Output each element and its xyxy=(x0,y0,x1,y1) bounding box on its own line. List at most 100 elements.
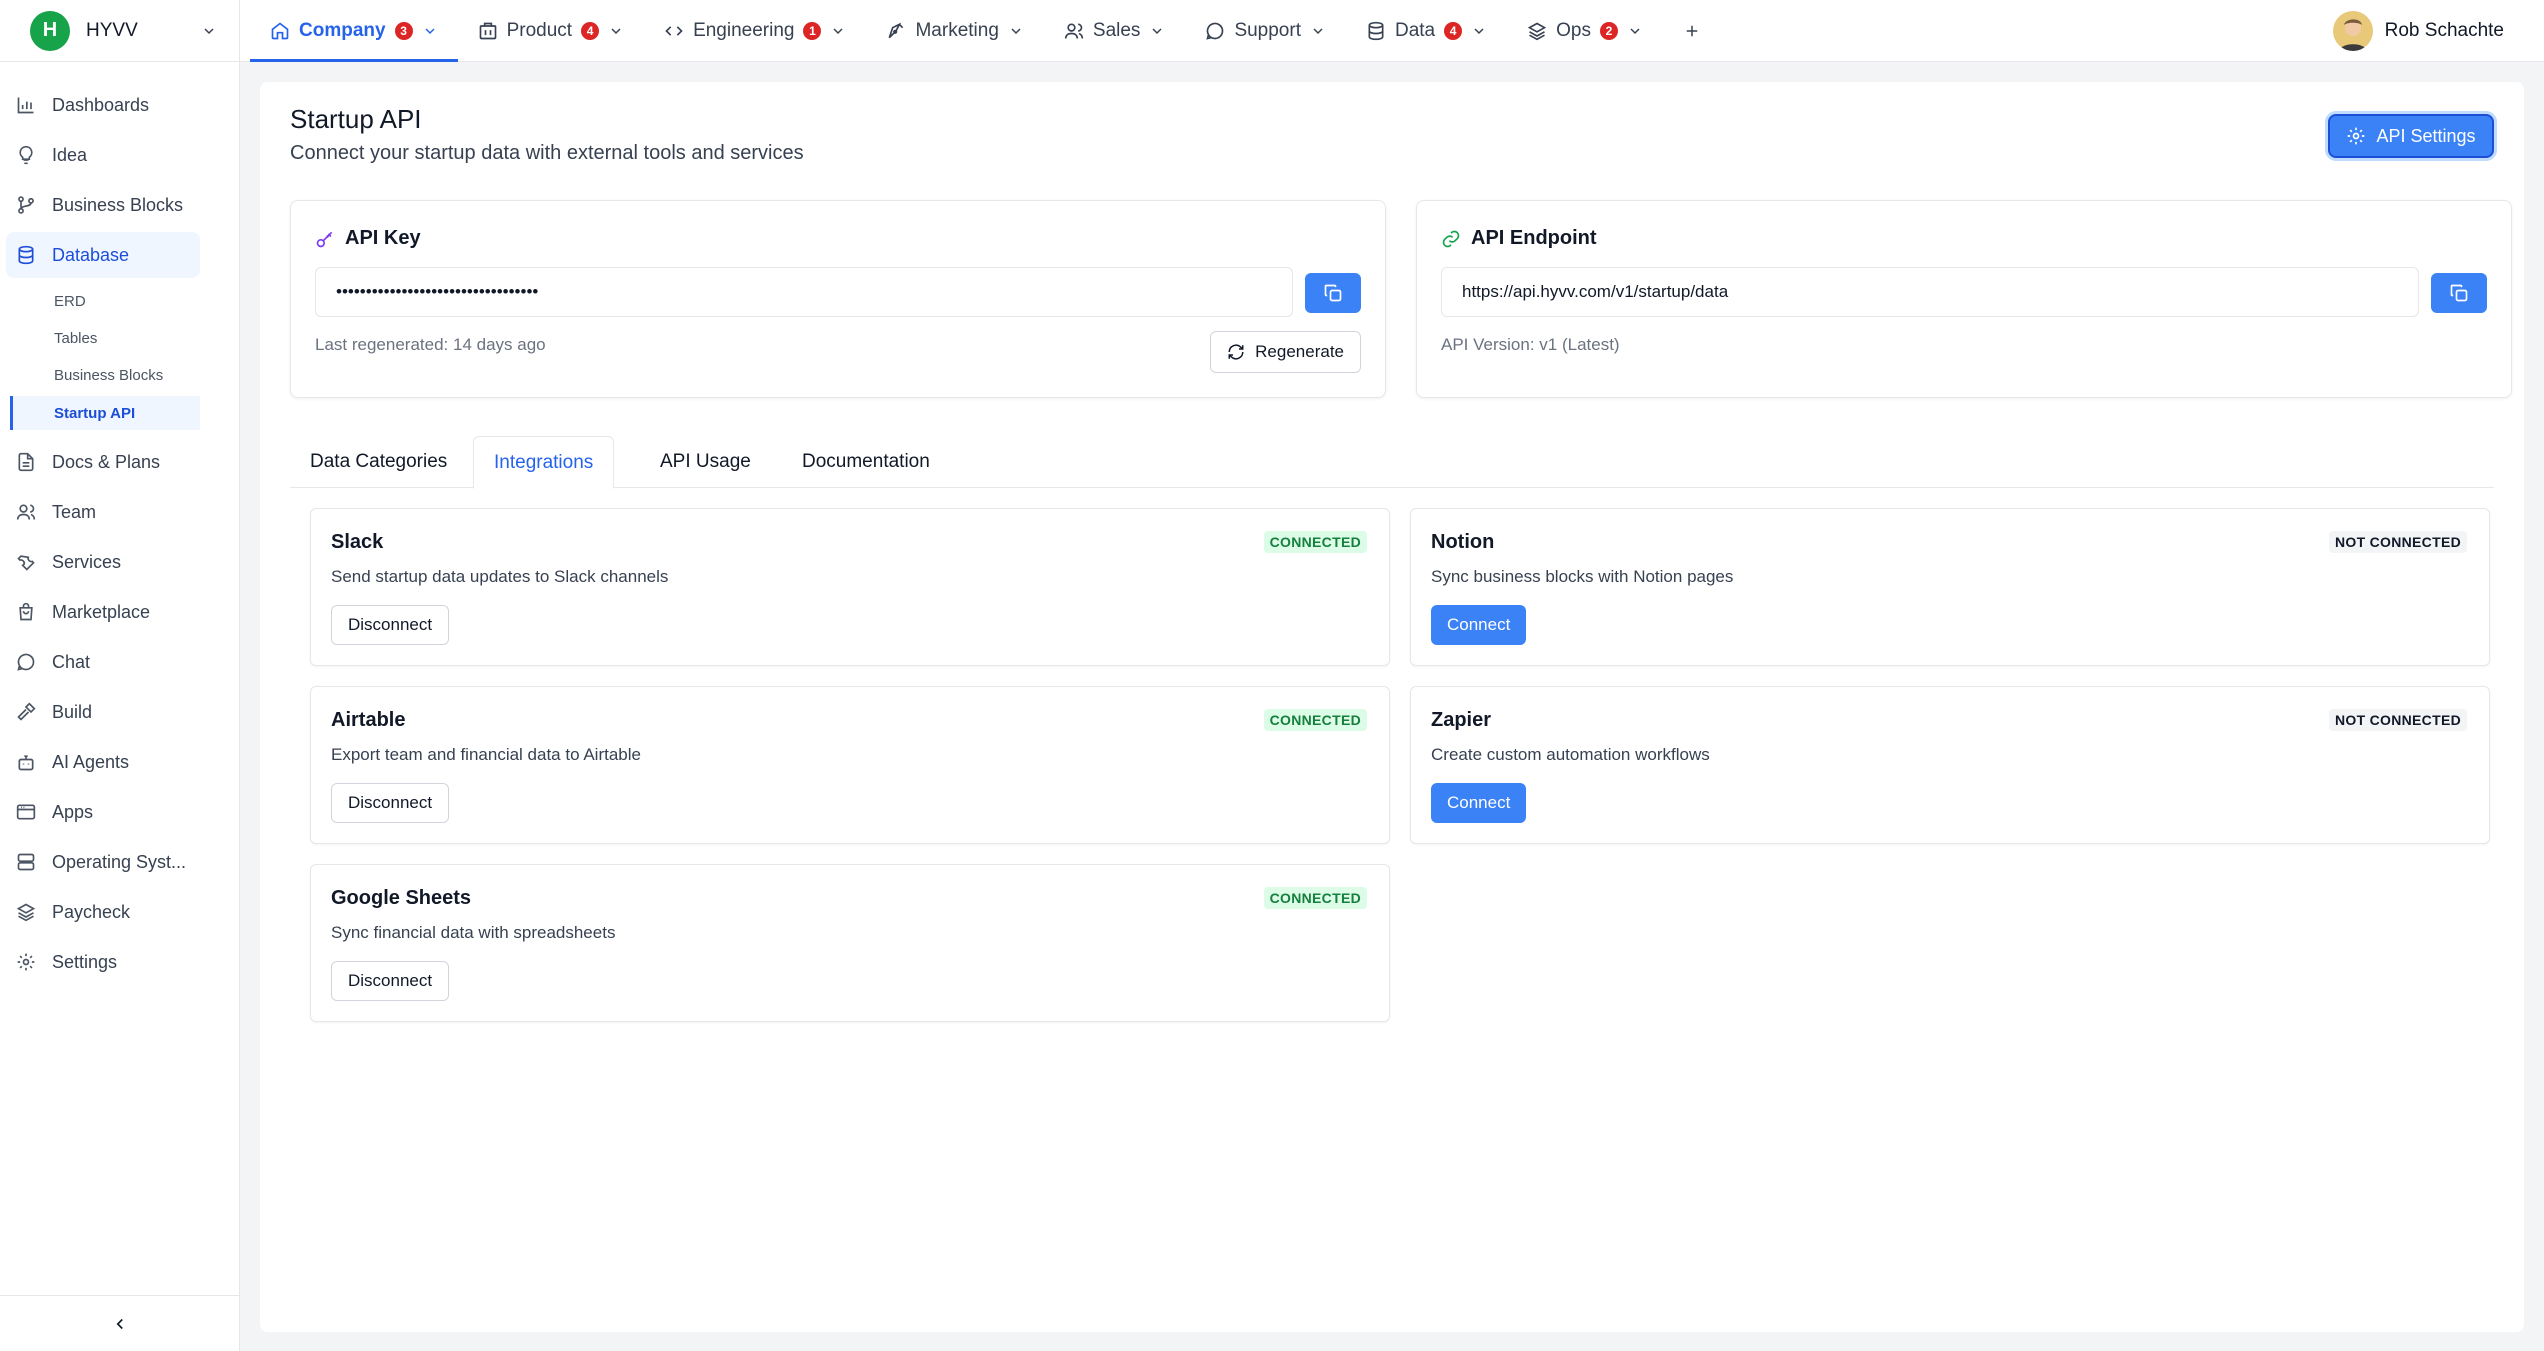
nav-tab-label: Data xyxy=(1394,19,1436,41)
nav-tab-company[interactable]: Company 3 xyxy=(250,0,458,62)
connect-button[interactable]: Connect xyxy=(1431,605,1527,645)
integration-card-airtable: Airtable CONNECTED Export team and finan… xyxy=(310,686,1390,844)
chevron-down-icon xyxy=(422,23,438,39)
nav-tab-product[interactable]: Product 4 xyxy=(458,0,644,61)
integration-description: Sync business blocks with Notion pages xyxy=(1431,567,1734,586)
nav-tab-data[interactable]: Data 4 xyxy=(1346,0,1507,61)
integration-card-slack: Slack CONNECTED Send startup data update… xyxy=(310,508,1390,666)
sidebar-subitem-label: Startup API xyxy=(54,404,136,422)
status-badge: CONNECTED xyxy=(1263,887,1367,909)
user-name: Rob Schachte xyxy=(2384,19,2504,41)
chevron-down-icon xyxy=(1008,23,1024,39)
api-endpoint-field[interactable]: https://api.hyvv.com/v1/startup/data xyxy=(1441,267,2419,317)
tab-integrations[interactable]: Integrations xyxy=(473,436,615,489)
message-circle-icon xyxy=(1205,21,1225,41)
bot-icon xyxy=(16,752,36,772)
chevron-down-icon xyxy=(1627,23,1643,39)
sidebar-item-label: Idea xyxy=(52,144,88,165)
sidebar-item-settings[interactable]: Settings xyxy=(6,939,200,985)
sidebar-subitem-label: Tables xyxy=(54,329,98,347)
api-key-title-text: API Key xyxy=(345,227,421,249)
sidebar-subitem-erd[interactable]: ERD xyxy=(10,284,200,318)
sidebar-item-operating-system[interactable]: Operating Syst... xyxy=(6,839,200,885)
disconnect-button[interactable]: Disconnect xyxy=(331,605,450,645)
sidebar-item-label: Build xyxy=(52,701,93,722)
notification-badge: 4 xyxy=(581,21,600,40)
wrench-icon xyxy=(16,552,36,572)
sidebar-item-label: Dashboards xyxy=(52,94,150,115)
tab-documentation[interactable]: Documentation xyxy=(782,436,950,488)
nav-tab-engineering[interactable]: Engineering 1 xyxy=(644,0,866,61)
integration-card-notion: Notion NOT CONNECTED Sync business block… xyxy=(1410,508,2490,666)
sidebar-item-chat[interactable]: Chat xyxy=(6,639,200,685)
integration-description: Export team and financial data to Airtab… xyxy=(331,745,641,764)
sidebar-subitem-tables[interactable]: Tables xyxy=(10,321,200,355)
home-icon xyxy=(270,21,290,41)
sidebar-item-paycheck[interactable]: Paycheck xyxy=(6,889,200,935)
code-icon xyxy=(664,21,684,41)
sidebar-item-label: Database xyxy=(52,244,130,265)
building-icon xyxy=(478,21,498,41)
chevron-down-icon xyxy=(1471,23,1487,39)
notification-badge: 4 xyxy=(1444,21,1463,40)
user-menu[interactable]: Rob Schachte xyxy=(2332,0,2544,61)
nav-tab-support[interactable]: Support xyxy=(1185,0,1346,61)
api-endpoint-title-text: API Endpoint xyxy=(1471,227,1597,249)
sidebar-item-label: Paycheck xyxy=(52,901,131,922)
sidebar-subitem-business-blocks[interactable]: Business Blocks xyxy=(10,358,200,392)
database-icon xyxy=(1366,21,1386,41)
nav-tab-sales[interactable]: Sales xyxy=(1044,0,1186,61)
regenerate-button[interactable]: Regenerate xyxy=(1210,331,1361,373)
chevron-down-icon xyxy=(201,23,217,39)
notification-badge: 2 xyxy=(1599,21,1618,40)
sidebar-item-build[interactable]: Build xyxy=(6,689,200,735)
refresh-icon xyxy=(1227,343,1245,361)
sidebar-item-label: Operating Syst... xyxy=(52,851,187,872)
add-tab-button[interactable] xyxy=(1663,0,1721,61)
message-circle-icon xyxy=(16,652,36,672)
sidebar-item-marketplace[interactable]: Marketplace xyxy=(6,589,200,635)
collapse-sidebar-button[interactable] xyxy=(0,1295,240,1351)
chevron-down-icon xyxy=(830,23,846,39)
copy-api-key-button[interactable] xyxy=(1305,273,1361,313)
disconnect-button[interactable]: Disconnect xyxy=(331,961,450,1001)
tab-data-categories[interactable]: Data Categories xyxy=(290,436,467,488)
integration-name: Slack xyxy=(331,531,384,553)
integration-description: Create custom automation workflows xyxy=(1431,745,1710,764)
top-nav: Company 3 Product 4 Engineering 1 Market… xyxy=(240,0,2333,62)
sidebar-item-database[interactable]: Database xyxy=(6,232,200,278)
nav-tab-label: Ops xyxy=(1556,19,1591,41)
file-text-icon xyxy=(16,452,36,472)
nav-tab-label: Marketing xyxy=(915,19,999,41)
api-settings-label: API Settings xyxy=(2376,125,2476,146)
status-badge: CONNECTED xyxy=(1263,531,1367,553)
api-endpoint-title: API Endpoint xyxy=(1441,227,1597,250)
sidebar-item-label: Business Blocks xyxy=(52,194,184,215)
api-key-field[interactable]: •••••••••••••••••••••••••••••••••• xyxy=(315,267,1293,317)
sidebar-item-idea[interactable]: Idea xyxy=(6,132,200,178)
server-icon xyxy=(16,852,36,872)
sidebar-item-dashboards[interactable]: Dashboards xyxy=(6,82,200,128)
lightbulb-icon xyxy=(16,145,36,165)
sidebar-subitem-startup-api[interactable]: Startup API xyxy=(10,396,200,430)
sidebar-item-business-blocks[interactable]: Business Blocks xyxy=(6,182,200,228)
copy-endpoint-button[interactable] xyxy=(2431,273,2487,313)
git-branch-icon xyxy=(16,195,36,215)
integration-name: Zapier xyxy=(1431,709,1492,731)
nav-tab-ops[interactable]: Ops 2 xyxy=(1507,0,1663,61)
sidebar-item-services[interactable]: Services xyxy=(6,539,200,585)
sidebar-item-ai-agents[interactable]: AI Agents xyxy=(6,739,200,785)
tab-api-usage[interactable]: API Usage xyxy=(640,436,771,488)
api-settings-button[interactable]: API Settings xyxy=(2328,114,2494,158)
disconnect-button[interactable]: Disconnect xyxy=(331,783,450,823)
org-switcher[interactable]: H HYVV xyxy=(0,0,240,61)
nav-tab-marketing[interactable]: Marketing xyxy=(866,0,1043,61)
status-badge: CONNECTED xyxy=(1263,709,1367,731)
connect-button[interactable]: Connect xyxy=(1431,783,1527,823)
notification-badge: 3 xyxy=(394,21,413,40)
content-tabs: Data Categories Integrations API Usage D… xyxy=(290,436,2494,489)
sidebar-item-team[interactable]: Team xyxy=(6,489,200,535)
sidebar-item-apps[interactable]: Apps xyxy=(6,789,200,835)
sidebar-item-label: Services xyxy=(52,551,122,572)
sidebar-item-docs-plans[interactable]: Docs & Plans xyxy=(6,439,200,485)
